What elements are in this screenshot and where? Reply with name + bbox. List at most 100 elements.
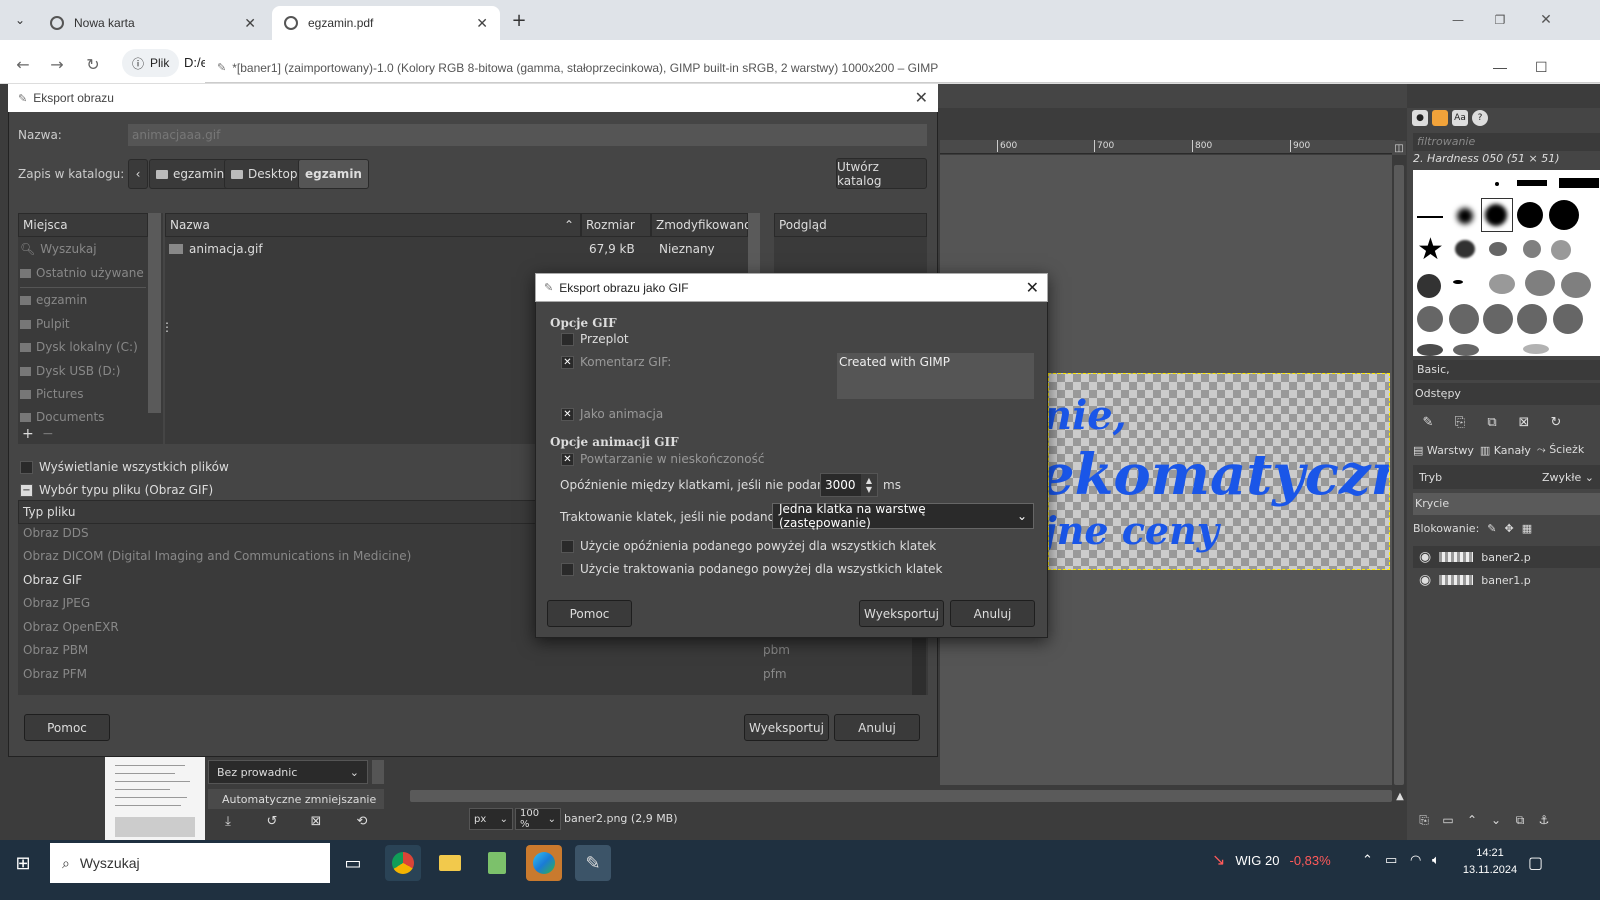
tray-expand-icon[interactable]: ⌃ (1362, 853, 1373, 868)
clock[interactable]: 14:21 13.11.2024 (1460, 845, 1520, 879)
vertical-scrollbar[interactable] (1392, 155, 1406, 790)
brush-tag-input[interactable]: Basic, (1413, 360, 1600, 380)
place-item[interactable]: Dysk USB (D:) (20, 364, 120, 378)
export-button[interactable]: Wyeksportuj (744, 714, 829, 741)
file-type-expander[interactable]: − Wybór typu pliku (Obraz GIF) (20, 483, 213, 497)
file-row[interactable]: animacja.gif 67,9 kB Nieznany (165, 238, 748, 260)
checkbox-checked[interactable]: ✕ (561, 355, 574, 369)
reset-icon[interactable]: ⟲ (353, 812, 371, 830)
back-arrow-icon[interactable]: ← (10, 52, 36, 76)
new-tab-plus-icon[interactable]: + (508, 10, 530, 31)
file-type-item[interactable]: Obraz JPEG (23, 596, 90, 610)
auto-shrink-option[interactable]: Automatyczne zmniejszanie (208, 789, 384, 809)
place-item[interactable]: Ostatnio używane (20, 266, 144, 280)
anchor-layer-icon[interactable]: ⚓ (1536, 812, 1552, 828)
file-type-item[interactable]: Obraz DICOM (Digital Imaging and Communi… (23, 549, 411, 563)
create-folder-button[interactable]: Utwórz katalog (836, 158, 927, 189)
close-icon[interactable]: ✕ (476, 15, 488, 32)
browser-tab-pdf[interactable]: egzamin.pdf ✕ (272, 6, 500, 40)
unit-select[interactable]: px ⌄ (469, 808, 513, 830)
task-view-icon[interactable]: ▭ (335, 845, 371, 881)
close-icon[interactable]: ✕ (915, 88, 928, 108)
place-item[interactable]: egzamin (20, 293, 87, 307)
minimize-icon[interactable]: — (1493, 59, 1507, 75)
filename-input[interactable]: animacjaaa.gif (128, 124, 927, 146)
as-animation-checkbox[interactable]: ✕ Jako animacja (561, 407, 663, 421)
place-item[interactable]: 🔍︎ Wyszukaj (20, 242, 97, 256)
file-type-item[interactable]: Obraz DDS (23, 526, 89, 540)
lock-position-icon[interactable]: ✥ (1505, 522, 1514, 535)
gif-comment-textarea[interactable]: Created with GIMP (837, 353, 1034, 399)
file-type-item[interactable]: Obraz PBM (23, 643, 88, 657)
brush-spacing-slider[interactable]: Odstępy (1413, 383, 1600, 405)
patterns-tab-icon[interactable] (1432, 110, 1448, 126)
checkbox[interactable] (561, 332, 574, 346)
windows-start-icon[interactable]: ⊞ (12, 852, 34, 874)
zoom-lock-icon[interactable]: ◫ (1392, 141, 1406, 155)
browser-tab-new[interactable]: Nowa karta ✕ (38, 6, 268, 40)
zoom-select[interactable]: 100 % ⌄ (515, 808, 561, 830)
brushes-tab-icon[interactable]: ● (1412, 110, 1428, 126)
restore-icon[interactable]: ❐ (1490, 10, 1510, 30)
help-icon[interactable]: ? (1472, 110, 1488, 126)
restore-icon[interactable]: ↺ (263, 812, 281, 830)
file-type-item[interactable]: Obraz OpenEXR (23, 620, 119, 634)
checkbox[interactable] (20, 460, 33, 474)
lock-pixels-icon[interactable]: ✎ (1487, 522, 1496, 535)
spin-arrows-icon[interactable]: ▲ ▼ (861, 474, 877, 496)
new-brush-icon[interactable]: ⎘ (1452, 414, 1468, 430)
place-item[interactable]: Pulpit (20, 317, 70, 331)
pane-resize-handle[interactable]: ⋮ (161, 320, 173, 334)
loop-forever-checkbox[interactable]: ✕ Powtarzanie w nieskończoność (561, 452, 764, 466)
breadcrumb-item[interactable]: Desktop (224, 159, 305, 189)
layer-row[interactable]: ◉ baner2.p (1413, 546, 1600, 568)
file-explorer-icon[interactable] (432, 845, 468, 881)
volume-icon[interactable]: 🔈︎ (1432, 853, 1440, 868)
add-place-icon[interactable]: + (22, 426, 34, 442)
image-canvas[interactable]: nie, ekomatyczne jne ceny (1048, 373, 1390, 570)
layer-mode-select[interactable]: Tryb Zwykłe ⌄ (1413, 465, 1600, 489)
gif-help-button[interactable]: Pomoc (547, 600, 632, 627)
delay-spinbox[interactable]: 3000 ▲ ▼ (820, 473, 878, 497)
checkbox[interactable] (561, 562, 574, 576)
site-info-chip[interactable]: ⓘ Plik (122, 49, 180, 77)
checkbox-checked[interactable]: ✕ (561, 452, 574, 466)
wifi-icon[interactable]: ◠ (1410, 853, 1421, 868)
duplicate-layer-icon[interactable]: ⧉ (1512, 812, 1528, 828)
delete-brush-icon[interactable]: ⊠ (1516, 414, 1532, 430)
tab-channels[interactable]: ▥ Kanały (1480, 444, 1531, 457)
file-type-item[interactable]: Obraz PFM (23, 667, 87, 681)
layer-row[interactable]: ◉ baner1.p (1413, 569, 1600, 591)
tab-search-chevron-icon[interactable]: ⌄ (10, 10, 30, 30)
edge-app-icon[interactable] (526, 845, 562, 881)
column-header-name[interactable]: Nazwa ⌃ (165, 213, 581, 237)
breadcrumb-item-current[interactable]: egzamin (298, 159, 369, 189)
place-item[interactable]: Documents (20, 410, 104, 424)
brush-grid[interactable]: ★ (1413, 170, 1600, 356)
places-scrollbar[interactable] (148, 213, 161, 413)
gif-export-button[interactable]: Wyeksportuj (859, 600, 944, 627)
horizontal-scrollbar[interactable] (410, 790, 1392, 802)
show-all-files-checkbox[interactable]: Wyświetlanie wszystkich plików (20, 460, 229, 474)
lower-layer-icon[interactable]: ⌄ (1488, 812, 1504, 828)
taskbar-search[interactable]: ⌕ Wyszukaj (50, 843, 330, 883)
battery-icon[interactable]: ▭ (1385, 853, 1397, 868)
help-button[interactable]: Pomoc (24, 714, 110, 741)
use-disposal-all-checkbox[interactable]: Użycie traktowania podanego powyżej dla … (561, 562, 943, 576)
remove-place-icon[interactable]: − (42, 426, 54, 442)
save-preset-icon[interactable]: ⤓ (219, 812, 237, 830)
collapse-icon[interactable]: − (20, 483, 33, 497)
duplicate-brush-icon[interactable]: ⧉ (1484, 414, 1500, 430)
dock-scrollbar[interactable] (372, 760, 384, 784)
guides-select[interactable]: Bez prowadnic ⌄ (208, 760, 368, 784)
close-icon[interactable]: ✕ (244, 15, 256, 32)
maximize-icon[interactable]: ☐ (1535, 59, 1548, 76)
checkbox-checked[interactable]: ✕ (561, 407, 574, 421)
cancel-button[interactable]: Anuluj (834, 714, 920, 741)
fonts-tab-icon[interactable]: Aa (1452, 110, 1468, 126)
navigate-icon[interactable]: ▲ (1394, 790, 1406, 802)
refresh-brushes-icon[interactable]: ↻ (1548, 414, 1564, 430)
close-icon[interactable]: ✕ (1026, 278, 1039, 298)
forward-arrow-icon[interactable]: → (44, 52, 70, 76)
notepad-app-icon[interactable] (479, 845, 515, 881)
